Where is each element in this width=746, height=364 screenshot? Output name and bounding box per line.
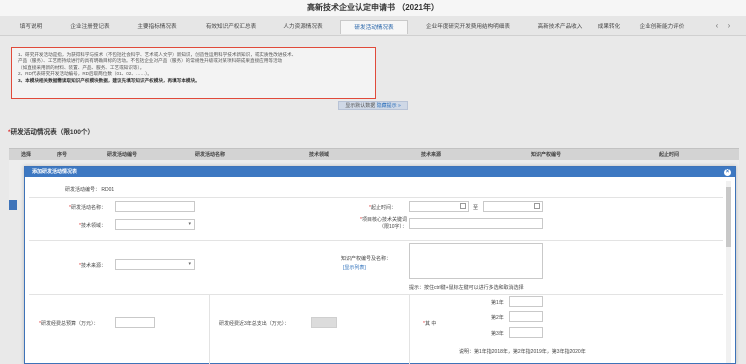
tab-ip-summary[interactable]: 有效知识产权汇总表 — [196, 20, 266, 34]
hide-hints-link[interactable]: 隐藏提示 » — [377, 103, 401, 109]
divider — [29, 197, 723, 198]
dialog-header: 添加研发活动情况表 × — [25, 167, 735, 177]
rd-number-value: RD01 — [101, 187, 115, 193]
chevron-right-icon[interactable]: › — [724, 21, 734, 31]
keywords-input[interactable] — [409, 218, 543, 229]
scrollbar-thumb[interactable] — [726, 187, 731, 247]
section-title: *研发活动情况表（限100个） — [8, 126, 94, 136]
tech-field-label: *技术领域： — [79, 223, 106, 229]
divider — [409, 294, 410, 364]
budget-label: *研发经费总预算（万元）： — [39, 321, 99, 327]
instructions-notice: 1、研究开发活动是指，为获得科学与技术（不包括社会科学、艺术或人文学）新知识，创… — [11, 47, 376, 99]
to-label: 至 — [473, 205, 479, 211]
start-time-label: *起止时间： — [369, 205, 396, 211]
tab-human-resources[interactable]: 人力资源情况表 — [274, 20, 332, 34]
tab-hitech-income[interactable]: 高新技术产品收入 — [532, 20, 588, 34]
tab-bar: 填写说明 企业注册登记表 主要指标情况表 有效知识产权汇总表 人力资源情况表 研… — [0, 16, 746, 36]
start-date-input[interactable] — [409, 201, 469, 212]
year-3-label: 第3年 — [491, 331, 504, 337]
start-time-label-text: 起止时间： — [370, 205, 396, 211]
tech-field-select[interactable]: ▾ — [115, 219, 195, 230]
keywords-label: *项目核心技术关键词（限10字）： — [360, 217, 407, 230]
ip-number-label: 知识产权编号及名称： — [341, 256, 392, 262]
year-1-label: 第1年 — [491, 300, 504, 306]
tech-source-select[interactable]: ▾ — [115, 259, 195, 270]
chevron-left-icon[interactable]: ‹ — [712, 21, 722, 31]
ip-hint: 提示：按住ctrl键+鼠标左键可以进行多选和取消选择 — [409, 285, 524, 291]
rd-name-input[interactable] — [115, 201, 195, 212]
add-row-button[interactable] — [9, 200, 17, 210]
section-title-text: 研发活动情况表（限100个） — [10, 129, 95, 136]
tab-rd-cost-structure[interactable]: 企业年度研究开发费用结构明细表 — [416, 20, 520, 34]
divider — [29, 294, 723, 295]
chevron-down-icon: ▾ — [188, 261, 191, 267]
spend-3y-readonly — [311, 317, 337, 328]
budget-label-text: 研发经费总预算（万元）： — [40, 321, 99, 327]
rd-name-label-text: 研发活动名称： — [70, 205, 106, 211]
tab-registration[interactable]: 企业注册登记表 — [62, 20, 118, 34]
year-2-input[interactable] — [509, 311, 543, 322]
dialog-scrollbar[interactable] — [726, 181, 731, 363]
year-note: 说明：第1年指2018年，第2年指2019年，第3年指2020年 — [459, 349, 586, 355]
tab-innovation-evaluation[interactable]: 企业创新能力评价 — [628, 20, 696, 34]
tech-source-label: *技术来源： — [79, 263, 106, 269]
of-which-label-text: 其 中 — [424, 321, 437, 327]
divider — [209, 294, 210, 364]
page-title: 高新技术企业认定申请书 （2021年） — [0, 0, 746, 16]
tab-rd-activities[interactable]: 研发活动情况表 — [340, 20, 408, 34]
add-rd-activity-dialog: 添加研发活动情况表 × 研发活动编号： RD01 *研发活动名称： *起止时间：… — [24, 166, 736, 364]
show-list-link[interactable]: [显示列表] — [343, 264, 366, 271]
of-which-label: *其 中 — [423, 321, 437, 327]
rd-name-label: *研发活动名称： — [69, 205, 106, 211]
close-icon[interactable]: × — [724, 168, 731, 176]
end-date-input[interactable] — [483, 201, 543, 212]
tab-achievement-transfer[interactable]: 成果转化 — [594, 20, 624, 34]
ip-number-multiselect[interactable] — [409, 243, 543, 279]
tab-main-indicators[interactable]: 主要指标情况表 — [128, 20, 186, 34]
chevron-down-icon: ▾ — [188, 221, 191, 227]
toggle-default-text: 显示默认数据 — [345, 103, 376, 109]
notice-line: 3、本模块相关数据需读取知识产权模块数据，建议先填写知识产权模块，再填写本模块。 — [18, 77, 200, 83]
rd-number-label: 研发活动编号： RD01 — [65, 186, 114, 193]
tech-source-label-text: 技术来源： — [80, 263, 106, 269]
calendar-icon[interactable] — [534, 203, 540, 209]
year-3-input[interactable] — [509, 327, 543, 338]
rd-number-label-text: 研发活动编号： — [65, 187, 101, 193]
calendar-icon[interactable] — [460, 203, 466, 209]
keywords-label-text: 项目核心技术关键词（限10字）： — [361, 217, 407, 230]
dialog-title: 添加研发活动情况表 — [32, 169, 78, 175]
grid-header: 选择 序号 研发活动编号 研发活动名称 技术领域 技术来源 知识产权编号 起止时… — [9, 148, 739, 160]
toggle-hints-button[interactable]: 显示默认数据 隐藏提示 » — [338, 101, 408, 110]
toggle-row: 显示默认数据 隐藏提示 » — [0, 101, 746, 111]
budget-input[interactable] — [115, 317, 155, 328]
divider — [29, 240, 723, 241]
spend-3y-label: 研发经费近3年总支出（万元）： — [219, 321, 290, 327]
year-1-input[interactable] — [509, 296, 543, 307]
tab-instructions[interactable]: 填写说明 — [14, 20, 48, 34]
tech-field-label-text: 技术领域： — [80, 223, 106, 229]
year-2-label: 第2年 — [491, 315, 504, 321]
